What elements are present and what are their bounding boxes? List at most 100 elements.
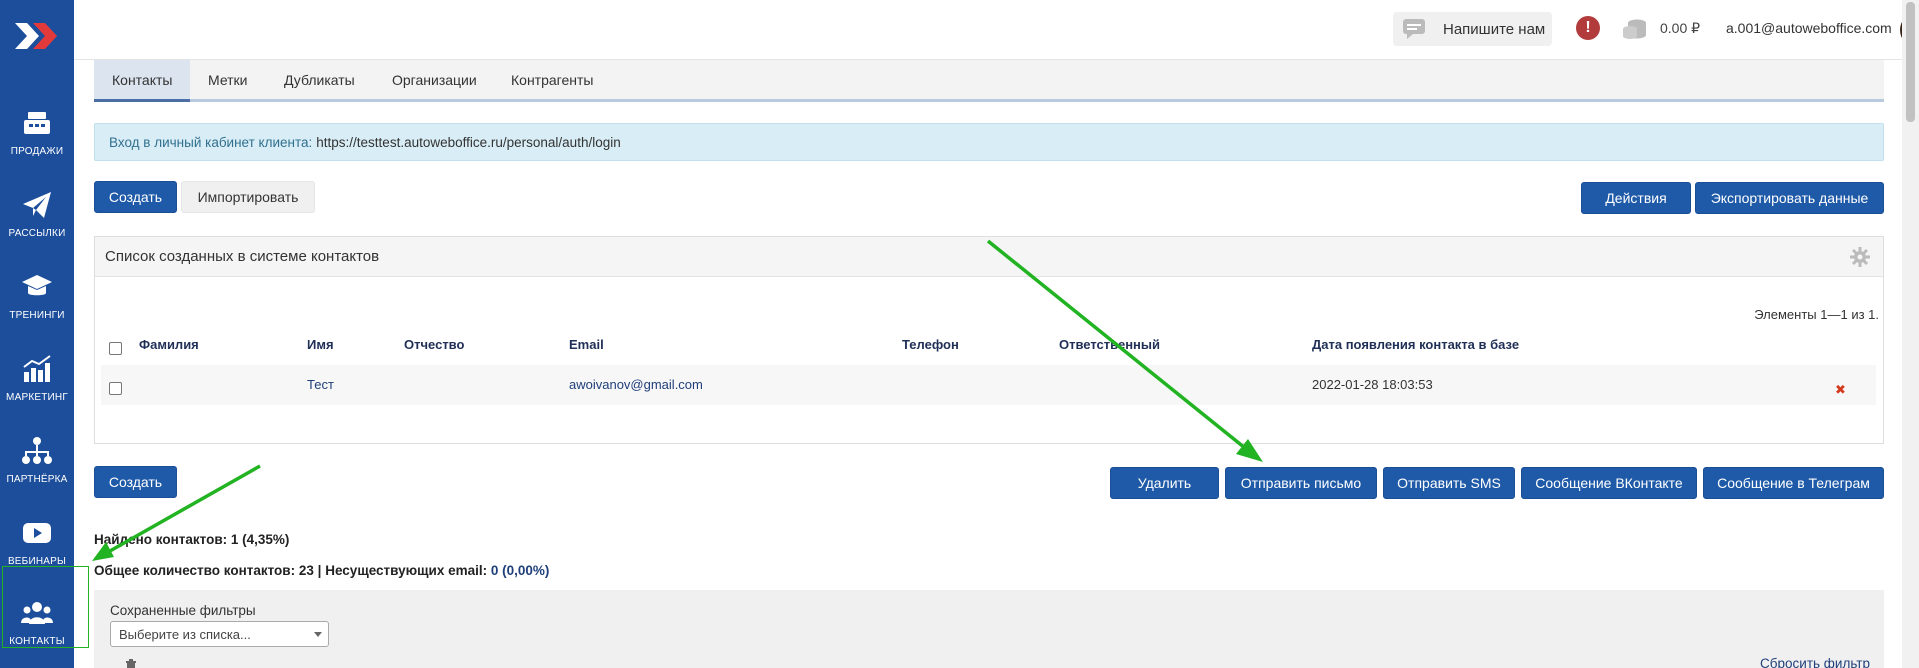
column-header-first-name[interactable]: Имя — [307, 337, 334, 352]
network-icon — [22, 436, 52, 464]
logo[interactable] — [0, 0, 74, 72]
tab-tags[interactable]: Метки — [190, 60, 266, 99]
export-label: Экспортировать данные — [1710, 190, 1869, 206]
actions-button[interactable]: Действия — [1581, 182, 1691, 214]
tab-label: Контакты — [112, 71, 173, 88]
scrollbar-thumb[interactable] — [1906, 2, 1915, 122]
telegram-message-button[interactable]: Сообщение в Телеграм — [1703, 467, 1884, 499]
sidebar-item-label: РАССЫЛКИ — [8, 227, 66, 239]
column-header-phone[interactable]: Телефон — [902, 337, 959, 352]
coins-icon — [1623, 19, 1646, 39]
column-header-middle-name[interactable]: Отчество — [404, 337, 464, 352]
items-count: Элементы 1—1 из 1. — [1754, 307, 1879, 322]
actions-label: Действия — [1605, 190, 1667, 206]
column-header-email[interactable]: Email — [569, 337, 604, 352]
sidebar-item-label: ВЕБИНАРЫ — [7, 555, 67, 567]
info-url[interactable]: https://testtest.autoweboffice.ru/person… — [316, 135, 620, 150]
send-email-label: Отправить письмо — [1240, 475, 1362, 491]
chart-icon — [23, 354, 51, 382]
scrollbar[interactable] — [1902, 0, 1919, 668]
found-label: Найдено контактов: — [94, 532, 228, 547]
sidebar-item-label: ПРОДАЖИ — [10, 145, 64, 157]
table-row — [101, 365, 1876, 405]
sidebar-item-trainings[interactable]: ТРЕНИНГИ — [0, 254, 74, 336]
tab-label: Контрагенты — [511, 71, 594, 88]
tab-bar: Контакты Метки Дубликаты Организации Кон… — [94, 60, 1884, 102]
tab-duplicates[interactable]: Дубликаты — [266, 60, 373, 99]
saved-filters-select[interactable]: Выберите из списка... — [110, 621, 329, 647]
found-contacts: Найдено контактов: 1 (4,35%) — [94, 532, 289, 547]
contacts-panel: Список созданных в системе контактов Эле… — [94, 236, 1884, 444]
column-header-date[interactable]: Дата появления контакта в базе — [1312, 337, 1519, 352]
cash-register-icon — [24, 111, 50, 134]
send-sms-button[interactable]: Отправить SMS — [1383, 467, 1515, 499]
total-value: 23 — [298, 563, 314, 578]
sidebar-item-label: ТРЕНИНГИ — [9, 309, 65, 321]
reset-filter-link[interactable]: Сбросить фильтр — [1760, 656, 1870, 668]
sidebar-item-mailings[interactable]: РАССЫЛКИ — [0, 172, 74, 254]
write-us-label: Напишите нам — [1443, 20, 1546, 38]
tab-counterparties[interactable]: Контрагенты — [493, 60, 611, 99]
client-cabinet-info: Вход в личный кабинет клиента: https://t… — [94, 123, 1884, 161]
send-email-button[interactable]: Отправить письмо — [1225, 467, 1377, 499]
telegram-label: Сообщение в Телеграм — [1717, 475, 1870, 491]
cell-date: 2022-01-28 18:03:53 — [1312, 377, 1433, 392]
graduation-cap-icon — [22, 274, 52, 295]
play-icon — [23, 522, 51, 543]
tab-label: Дубликаты — [284, 71, 355, 88]
invalid-email-label: Несуществующих email: — [325, 563, 488, 578]
sidebar-item-marketing[interactable]: МАРКЕТИНГ — [0, 336, 74, 418]
cell-first-name[interactable]: Тест — [307, 377, 334, 392]
select-all-checkbox[interactable] — [109, 342, 122, 355]
row-checkbox[interactable] — [109, 382, 122, 395]
balance: 0.00 ₽ — [1660, 20, 1701, 36]
delete-button[interactable]: Удалить — [1110, 467, 1219, 499]
panel-title: Список созданных в системе контактов — [105, 248, 380, 265]
create-label: Создать — [108, 189, 163, 205]
create-button-top[interactable]: Создать — [94, 181, 177, 213]
found-value: 1 (4,35%) — [230, 532, 290, 547]
write-us-button[interactable]: Напишите нам — [1393, 12, 1552, 46]
tab-label: Метки — [208, 71, 248, 88]
total-contacts: Общее количество контактов: 23 | Несущес… — [94, 563, 549, 578]
gear-icon[interactable] — [1849, 246, 1871, 268]
alert-icon[interactable]: ! — [1576, 16, 1600, 40]
send-sms-label: Отправить SMS — [1397, 475, 1501, 491]
create-label: Создать — [108, 474, 163, 490]
import-button[interactable]: Импортировать — [181, 181, 315, 213]
saved-filters-label: Сохраненные фильтры — [110, 603, 256, 618]
stats-separator: | — [317, 563, 322, 578]
alert-glyph: ! — [1585, 19, 1591, 36]
sidebar-item-sales[interactable]: ПРОДАЖИ — [0, 90, 74, 172]
create-button-bottom[interactable]: Создать — [94, 466, 177, 498]
invalid-email-value: 0 (0,00%) — [490, 563, 550, 578]
sidebar-item-label: МАРКЕТИНГ — [6, 391, 68, 403]
vk-label: Сообщение ВКонтакте — [1535, 475, 1683, 491]
vk-message-button[interactable]: Сообщение ВКонтакте — [1521, 467, 1697, 499]
caret-down-icon — [314, 632, 322, 637]
select-value: Выберите из списка... — [119, 626, 251, 642]
import-label: Импортировать — [197, 189, 299, 205]
panel-header: Список созданных в системе контактов — [95, 237, 1883, 277]
export-button[interactable]: Экспортировать данные — [1695, 182, 1884, 214]
paper-plane-icon — [23, 191, 51, 218]
delete-label: Удалить — [1137, 475, 1192, 491]
column-header-responsible[interactable]: Ответственный — [1059, 337, 1160, 352]
delete-row-icon[interactable]: ✖ — [1835, 382, 1846, 398]
tab-organizations[interactable]: Организации — [374, 60, 495, 99]
logo-chevrons-icon — [15, 23, 57, 49]
column-header-last-name[interactable]: Фамилия — [139, 337, 199, 352]
topbar: Напишите нам ! 0.00 ₽ a.001@autoweboffic… — [74, 0, 1919, 60]
info-label: Вход в личный кабинет клиента: — [109, 134, 313, 150]
filters-panel: Сохраненные фильтры Выберите из списка..… — [94, 590, 1884, 668]
user-email[interactable]: a.001@autoweboffice.com — [1726, 20, 1892, 36]
tab-contacts[interactable]: Контакты — [94, 60, 191, 102]
active-item-highlight — [2, 566, 89, 648]
app-root: ПРОДАЖИ РАССЫЛКИ ТРЕНИНГИ МАРКЕТИНГ ПАРТ… — [0, 0, 1919, 668]
sidebar-item-partners[interactable]: ПАРТНЁРКА — [0, 418, 74, 500]
cell-email[interactable]: awoivanov@gmail.com — [569, 377, 703, 392]
tab-label: Организации — [392, 71, 477, 88]
trash-icon[interactable] — [124, 658, 138, 668]
sidebar-item-label: ПАРТНЁРКА — [6, 473, 68, 485]
total-label: Общее количество контактов: — [94, 563, 296, 578]
